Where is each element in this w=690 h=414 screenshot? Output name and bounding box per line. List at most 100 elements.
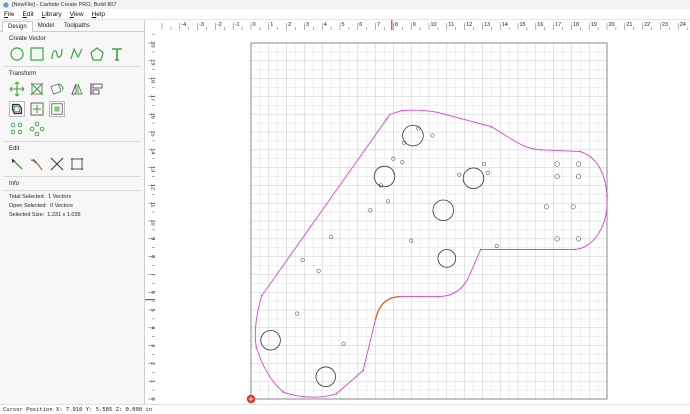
menu-edit[interactable]: Edit bbox=[19, 11, 38, 18]
vertical-ruler: 20191817161514131211109876543210 bbox=[145, 30, 155, 404]
horizontal-ruler: -4 -3 -2 -1 0 1 2 3 4 5 6 7 8 9 10 11 12 13 14 15 16 17 18 19 20… bbox=[155, 20, 690, 30]
tab-design[interactable]: Design bbox=[2, 21, 33, 32]
app-icon bbox=[3, 1, 9, 8]
polygon-tool-button[interactable] bbox=[89, 46, 105, 62]
design-canvas[interactable] bbox=[155, 30, 690, 404]
menu-label: iew bbox=[73, 10, 84, 18]
title-bar: [NewFile] - Carbide Create PRO, Build 80… bbox=[0, 0, 690, 9]
ruler-x-label: 24 bbox=[680, 22, 686, 28]
outline-node[interactable] bbox=[401, 109, 404, 112]
menu-label: ibrary bbox=[45, 10, 62, 18]
window-title: [NewFile] - Carbide Create PRO, Build 80… bbox=[12, 1, 117, 8]
circle-tool-button[interactable] bbox=[9, 46, 25, 62]
outline-node[interactable] bbox=[574, 248, 576, 251]
move-icon bbox=[9, 81, 25, 97]
curve-tool-button[interactable] bbox=[49, 46, 65, 62]
outline-node[interactable] bbox=[479, 248, 482, 251]
linear-pattern-icon bbox=[29, 121, 45, 137]
ruler-x-label: -3 bbox=[199, 22, 204, 28]
ruler-x-label: 4 bbox=[324, 22, 327, 28]
info-selected-size: Selected Size: 1.231 x 1.035 bbox=[0, 209, 144, 218]
cut-icon bbox=[50, 157, 64, 171]
tab-model[interactable]: Model bbox=[33, 21, 59, 31]
scale-tool-button[interactable] bbox=[29, 81, 45, 97]
outline-node[interactable] bbox=[490, 125, 493, 128]
canvas-svg[interactable] bbox=[155, 30, 690, 404]
menu-library[interactable]: Library bbox=[38, 11, 66, 18]
polygon-icon bbox=[90, 47, 104, 61]
ruler-x-label: 17 bbox=[555, 22, 561, 28]
outline-node[interactable] bbox=[260, 294, 263, 297]
align-icon bbox=[90, 83, 103, 95]
rectangle-icon bbox=[30, 47, 44, 61]
rectangle-tool-button[interactable] bbox=[29, 46, 45, 62]
ruler-x-label: 14 bbox=[502, 22, 508, 28]
outline-node[interactable] bbox=[579, 150, 582, 153]
edit-tools bbox=[0, 152, 144, 172]
ruler-x-label: 8 bbox=[395, 22, 398, 28]
ruler-x-label: 5 bbox=[342, 22, 345, 28]
ruler-x-label: -2 bbox=[217, 22, 222, 28]
outline-node[interactable] bbox=[335, 392, 338, 395]
node-edit-tool-button[interactable] bbox=[9, 156, 25, 172]
node-edit-icon bbox=[11, 158, 23, 170]
align-tool-button[interactable] bbox=[89, 81, 105, 97]
ruler-x-label: -4 bbox=[181, 22, 186, 28]
move-tool-button[interactable] bbox=[9, 81, 25, 97]
ruler-x-label: 19 bbox=[591, 22, 597, 28]
cursor-position-readout: Cursor Position X: 7.910 Y: 5.585 Z: 0.0… bbox=[3, 406, 153, 413]
design-panel: Design Model Toolpaths Create Vector Trans… bbox=[0, 20, 145, 404]
ruler-x-label: 20 bbox=[609, 22, 615, 28]
linear-pattern-tool-button[interactable] bbox=[29, 121, 45, 137]
ruler-x-label: 16 bbox=[537, 22, 543, 28]
rotate-tool-button[interactable] bbox=[49, 81, 65, 97]
bounding-box-icon bbox=[71, 158, 83, 170]
text-icon bbox=[112, 48, 122, 61]
ruler-x-label: -1 bbox=[235, 22, 240, 28]
ruler-x-label: 9 bbox=[413, 22, 416, 28]
ruler-x-label: 10 bbox=[431, 22, 437, 28]
edit-heading: Edit bbox=[9, 146, 20, 152]
menu-help[interactable]: Help bbox=[88, 11, 109, 18]
info-heading: Info bbox=[9, 181, 20, 187]
polyline-tool-button[interactable] bbox=[69, 46, 85, 62]
origin-marker bbox=[246, 394, 256, 404]
menu-label: elp bbox=[96, 10, 105, 18]
outline-node[interactable] bbox=[540, 148, 543, 151]
ruler-x-label: 22 bbox=[644, 22, 650, 28]
rotate-icon bbox=[50, 83, 64, 95]
ruler-x-label: 11 bbox=[448, 22, 454, 28]
ruler-x-label: 6 bbox=[359, 22, 362, 28]
outline-node[interactable] bbox=[437, 295, 439, 298]
outline-node[interactable] bbox=[385, 118, 388, 121]
trim-icon bbox=[30, 158, 43, 171]
outline-node[interactable] bbox=[606, 195, 608, 197]
menu-file[interactable]: File bbox=[0, 11, 19, 18]
tab-toolpaths[interactable]: Toolpaths bbox=[59, 21, 95, 31]
outline-node[interactable] bbox=[362, 369, 365, 372]
text-tool-button[interactable] bbox=[109, 46, 125, 62]
trim-tool-button[interactable] bbox=[29, 156, 45, 172]
scale-icon bbox=[30, 82, 44, 96]
outline-node[interactable] bbox=[255, 346, 258, 349]
boolean-tool-button[interactable] bbox=[49, 101, 65, 117]
join-tool-button[interactable] bbox=[29, 101, 45, 117]
menu-bar: File Edit Library View Help bbox=[0, 9, 690, 20]
transform-tools-row-2 bbox=[0, 97, 144, 117]
ruler-x-label: 13 bbox=[484, 22, 490, 28]
menu-view[interactable]: View bbox=[66, 11, 88, 18]
circular-pattern-tool-button[interactable] bbox=[9, 121, 25, 137]
boolean-icon bbox=[51, 103, 63, 115]
info-label: Selected Size: bbox=[9, 212, 45, 218]
outline-node[interactable] bbox=[282, 390, 284, 393]
curve-icon bbox=[51, 48, 63, 60]
ruler-x-label: 23 bbox=[662, 22, 668, 28]
mirror-tool-button[interactable] bbox=[69, 81, 85, 97]
cut-tool-button[interactable] bbox=[49, 156, 65, 172]
bounding-box-tool-button[interactable] bbox=[69, 156, 85, 172]
offset-tool-button[interactable] bbox=[9, 101, 25, 117]
ruler-x-label: 18 bbox=[573, 22, 579, 28]
ruler-x-label: 15 bbox=[520, 22, 526, 28]
create-vector-heading: Create Vector bbox=[9, 36, 46, 42]
offset-icon bbox=[11, 103, 23, 115]
